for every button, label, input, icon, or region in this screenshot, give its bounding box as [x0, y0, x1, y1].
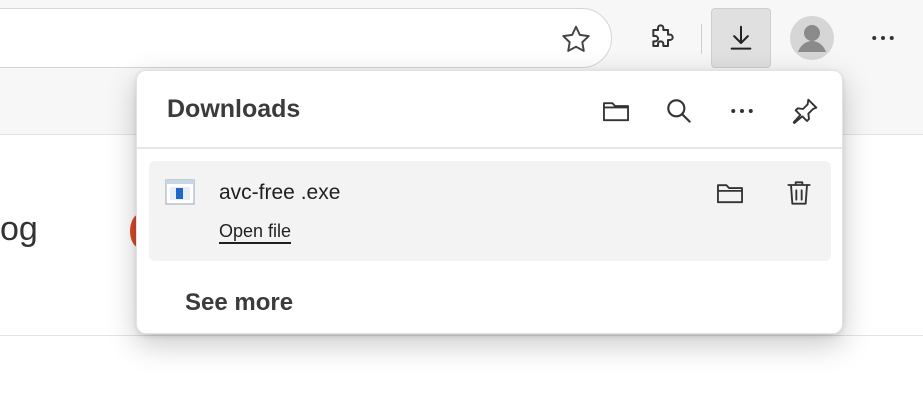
toolbar-separator	[701, 24, 702, 54]
open-folder-icon	[599, 94, 633, 128]
delete-download-button[interactable]	[779, 173, 819, 213]
download-item[interactable]: avc-free .exe Open file	[149, 161, 831, 261]
downloads-panel: Downloads avc-free .exe Open file See mo…	[136, 70, 843, 334]
extensions-button[interactable]	[632, 8, 692, 68]
page-text-fragment: og	[0, 210, 38, 248]
pin-icon	[789, 95, 821, 127]
more-icon	[727, 96, 757, 126]
puzzle-icon	[646, 22, 678, 54]
see-more-link[interactable]: See more	[185, 289, 293, 317]
download-icon	[726, 23, 756, 53]
avatar-icon	[789, 15, 835, 61]
show-in-folder-button[interactable]	[710, 173, 750, 213]
address-bar[interactable]	[0, 8, 612, 68]
settings-more-button[interactable]	[853, 8, 913, 68]
delete-icon	[783, 177, 815, 209]
exe-file-icon	[165, 179, 195, 205]
panel-title: Downloads	[167, 95, 301, 123]
search-icon	[663, 95, 695, 127]
profile-button[interactable]	[782, 8, 842, 68]
open-file-link[interactable]: Open file	[219, 220, 292, 244]
search-downloads-button[interactable]	[659, 91, 699, 131]
open-downloads-folder-button[interactable]	[596, 91, 636, 131]
show-in-folder-icon	[713, 176, 747, 210]
pin-downloads-button[interactable]	[785, 91, 825, 131]
downloads-button[interactable]	[711, 8, 771, 68]
panel-divider	[137, 147, 842, 149]
more-icon	[868, 23, 898, 53]
download-file-name: avc-free .exe	[219, 181, 341, 204]
star-icon[interactable]	[558, 22, 594, 58]
browser-toolbar	[0, 0, 923, 80]
downloads-more-options-button[interactable]	[722, 91, 762, 131]
